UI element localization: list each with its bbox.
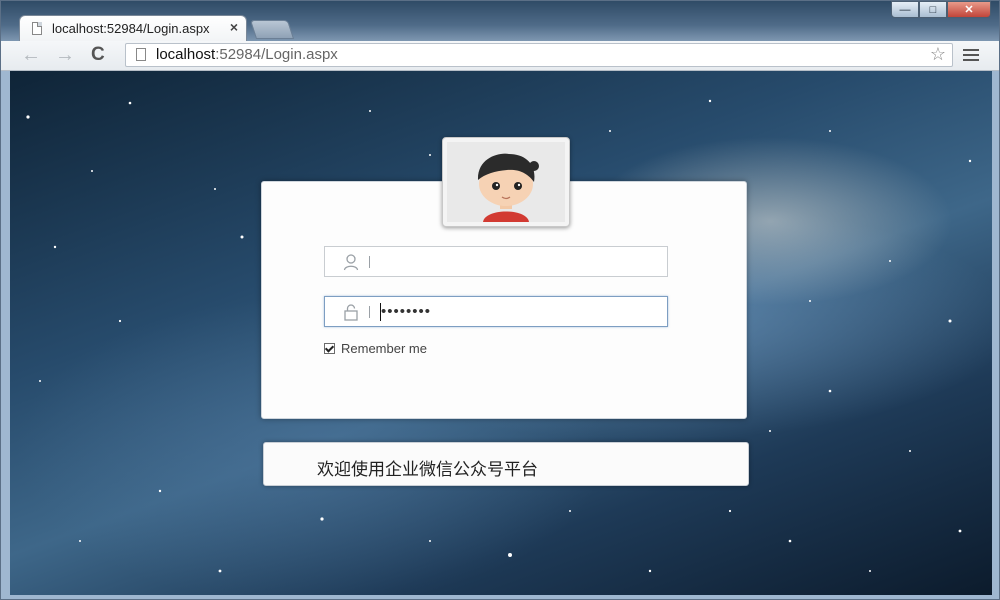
- url-text[interactable]: localhost:52984/Login.aspx: [156, 46, 338, 63]
- lock-icon: [344, 304, 358, 321]
- reload-icon[interactable]: C: [91, 44, 105, 66]
- address-bar[interactable]: localhost:52984/Login.aspx ☆: [125, 43, 953, 67]
- back-arrow-icon[interactable]: ←: [21, 44, 41, 66]
- avatar: [442, 137, 570, 227]
- browser-toolbar: ← → C localhost:52984/Login.aspx ☆: [1, 41, 999, 71]
- password-field[interactable]: [324, 296, 668, 327]
- remember-me[interactable]: Remember me: [324, 341, 427, 356]
- close-window-button[interactable]: ✕: [947, 1, 991, 18]
- remember-label: Remember me: [341, 341, 427, 356]
- username-field[interactable]: [324, 246, 668, 277]
- bookmark-star-icon[interactable]: ☆: [930, 44, 946, 65]
- url-host: localhost: [156, 46, 216, 63]
- page-icon: [136, 48, 146, 61]
- minimize-button[interactable]: —: [891, 1, 919, 18]
- forward-arrow-icon[interactable]: →: [55, 44, 75, 66]
- new-tab-button[interactable]: [249, 20, 295, 39]
- browser-tab[interactable]: localhost:52984/Login.aspx ×: [19, 15, 247, 41]
- page-favicon-icon: [32, 22, 42, 35]
- browser-window: localhost:52984/Login.aspx × — □ ✕ ← → C…: [0, 0, 1000, 600]
- password-input[interactable]: [381, 300, 657, 323]
- welcome-text: 欢迎使用企业微信公众号平台: [317, 460, 538, 480]
- title-bar: localhost:52984/Login.aspx × — □ ✕: [1, 1, 999, 41]
- maximize-button[interactable]: □: [919, 1, 947, 18]
- cartoon-boy-avatar-icon: [447, 142, 565, 222]
- welcome-banner: 欢迎使用企业微信公众号平台: [263, 442, 749, 486]
- tab-close-icon[interactable]: ×: [230, 19, 238, 35]
- tab-title: localhost:52984/Login.aspx: [52, 21, 210, 36]
- menu-icon[interactable]: [963, 46, 979, 64]
- user-icon: [343, 254, 359, 271]
- username-input[interactable]: [381, 250, 657, 273]
- remember-checkbox[interactable]: [324, 343, 335, 354]
- field-separator: [369, 306, 370, 318]
- field-separator: [369, 256, 370, 268]
- url-path: :52984/Login.aspx: [215, 46, 338, 63]
- window-controls: — □ ✕: [891, 1, 991, 19]
